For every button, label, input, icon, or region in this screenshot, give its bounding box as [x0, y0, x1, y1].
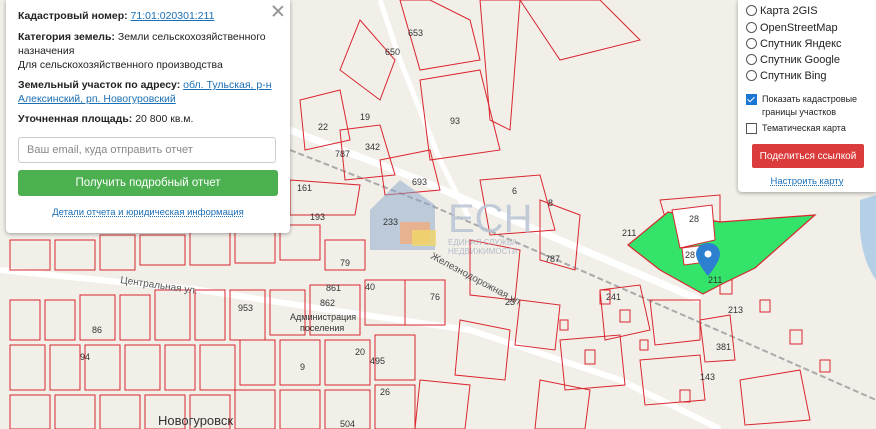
- parcel-number-label: 787: [545, 254, 560, 264]
- town-label: Новогуровск: [158, 413, 233, 428]
- share-link-button[interactable]: Поделиться ссылкой: [752, 144, 864, 168]
- parcel-number-label: 953: [238, 303, 253, 313]
- radio-icon[interactable]: [746, 5, 757, 16]
- parcel-number-label: 861: [326, 283, 341, 293]
- parcel-number-label: 23: [505, 297, 515, 307]
- usage-value: Для сельскохозяйственного производства: [18, 59, 223, 71]
- parcel-number-label: 787: [335, 149, 350, 159]
- radio-icon[interactable]: [746, 70, 757, 81]
- parcel-number-label: 693: [412, 177, 427, 187]
- area-label: Уточненная площадь:: [18, 113, 133, 125]
- parcel-number-label: 19: [360, 112, 370, 122]
- parcel-number-label: 143: [700, 372, 715, 382]
- layer-option-bing[interactable]: Спутник Bing: [746, 68, 827, 83]
- parcel-number-label: 211: [622, 228, 636, 238]
- watermark-sub1: ЕДИНАЯ СЛУЖБА: [448, 238, 518, 247]
- category-row: Категория земель: Земли сельскохозяйстве…: [18, 30, 273, 58]
- parcel-number-label: 79: [340, 258, 350, 268]
- parcel-outlines: [289, 0, 811, 429]
- address-label: Земельный участок по адресу:: [18, 79, 181, 91]
- checkbox-checked-icon[interactable]: [746, 94, 757, 105]
- address-row: Земельный участок по адресу: обл. Тульск…: [18, 78, 273, 106]
- parcel-number-label: 342: [365, 142, 380, 152]
- parcel-number-label: 76: [430, 292, 440, 302]
- cadastral-label: Кадастровый номер:: [18, 10, 128, 22]
- parcel-number-label: 40: [365, 282, 375, 292]
- parcel-number-label: 22: [318, 122, 328, 132]
- layer-option-2gis[interactable]: Карта 2GIS: [746, 3, 818, 18]
- watermark-sub2: НЕДВИЖИМОСТИ: [448, 247, 518, 256]
- cadastral-row: Кадастровый номер: 71:01:020301:211: [18, 9, 273, 23]
- admin-label-2: поселения: [300, 323, 344, 333]
- parcel-number-label: 862: [320, 298, 335, 308]
- details-row: Детали отчета и юридическая информация: [6, 207, 290, 218]
- radio-icon[interactable]: [746, 38, 757, 49]
- parcel-info-panel: Кадастровый номер: 71:01:020301:211 Кате…: [6, 0, 290, 233]
- parcel-number-label: 28: [685, 250, 695, 260]
- parcel-number-label: 9: [300, 362, 305, 372]
- radio-icon[interactable]: [746, 22, 757, 33]
- parcel-number-label: 28: [689, 214, 699, 224]
- checkbox-icon[interactable]: [746, 123, 757, 134]
- parcel-number-label: 161: [297, 183, 312, 193]
- area-row: Уточненная площадь: 20 800 кв.м.: [18, 112, 273, 126]
- parcel-number-label: 504: [340, 419, 355, 429]
- cadastral-number-link[interactable]: 71:01:020301:211: [131, 10, 215, 22]
- area-value: 20 800 кв.м.: [135, 113, 194, 125]
- layer-option-osm[interactable]: OpenStreetMap: [746, 20, 838, 35]
- parcel-number-label: 213: [728, 305, 743, 315]
- report-details-link[interactable]: Детали отчета и юридическая информация: [52, 207, 244, 218]
- category-label: Категория земель:: [18, 31, 115, 43]
- layer-option-google[interactable]: Спутник Google: [746, 52, 840, 67]
- parcel-number-label: 241: [606, 292, 621, 302]
- configure-map-link[interactable]: Настроить карту: [771, 176, 844, 187]
- parcel-number-label: 495: [370, 356, 385, 366]
- parcel-number-label: 20: [355, 347, 365, 357]
- close-icon[interactable]: [271, 4, 285, 18]
- get-report-button[interactable]: Получить подробный отчет: [18, 170, 278, 196]
- parcel-number-label: 94: [80, 352, 90, 362]
- parcel-number-label: 653: [408, 28, 423, 38]
- email-input[interactable]: [18, 137, 276, 163]
- parcel-28: [671, 204, 716, 249]
- parcel-number-label: 193: [310, 212, 325, 222]
- parcel-number-label: 6: [512, 186, 517, 196]
- cadastral-borders-toggle[interactable]: Показать кадастровые границы участков: [746, 93, 871, 119]
- radio-icon[interactable]: [746, 54, 757, 65]
- street-central-label: Центральная ул.: [120, 275, 199, 297]
- parcel-number-label: 381: [716, 342, 731, 352]
- layer-panel: Карта 2GIS OpenStreetMap Спутник Яндекс …: [738, 0, 876, 192]
- town-parcels: [9, 224, 446, 429]
- parcel-number-label: 86: [92, 325, 102, 335]
- water-area-right: [860, 195, 876, 280]
- layer-option-yandex[interactable]: Спутник Яндекс: [746, 36, 842, 51]
- parcel-number-label: 233: [383, 217, 398, 227]
- configure-row: Настроить карту: [738, 176, 876, 187]
- admin-label-1: Администрация: [290, 312, 356, 322]
- parcel-number-label: 93: [450, 116, 460, 126]
- parcel-number-label: 8: [548, 198, 553, 208]
- parcel-number-label: 650: [385, 47, 400, 57]
- watermark-text: ЕСН: [448, 197, 532, 241]
- parcel-number-label: 26: [380, 387, 390, 397]
- thematic-map-toggle[interactable]: Тематическая карта: [746, 122, 871, 135]
- parcel-number-label: 211: [708, 275, 722, 285]
